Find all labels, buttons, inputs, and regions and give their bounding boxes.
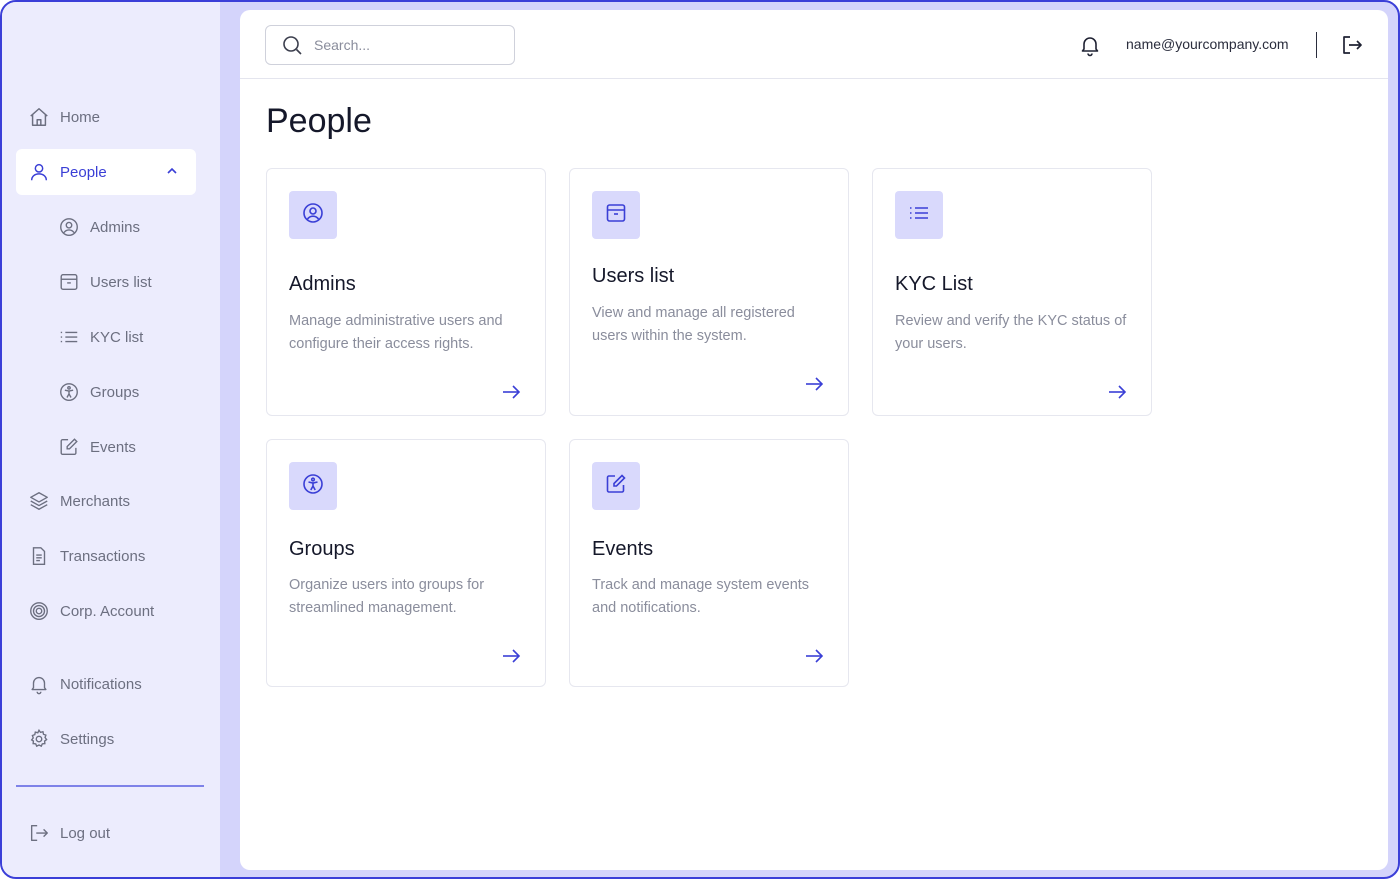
card-description: Review and verify the KYC status of your… bbox=[895, 313, 1127, 352]
arrow-right-icon[interactable] bbox=[802, 372, 826, 396]
sidebar-item-label: Notifications bbox=[60, 675, 142, 693]
sidebar-item-users-list[interactable]: Users list bbox=[46, 259, 196, 305]
card-description: Manage administrative users and configur… bbox=[289, 313, 503, 352]
arrow-right-icon[interactable] bbox=[802, 644, 826, 668]
document-icon bbox=[28, 545, 50, 567]
search-icon bbox=[280, 33, 304, 57]
arrow-right-icon[interactable] bbox=[499, 644, 523, 668]
sidebar-item-label: Admins bbox=[90, 218, 141, 236]
sidebar-item-transactions[interactable]: Transactions bbox=[16, 533, 196, 579]
sidebar-item-settings[interactable]: Settings bbox=[16, 716, 196, 762]
sidebar-item-label: KYC list bbox=[90, 328, 144, 346]
user-email[interactable]: name@yourcompany.com bbox=[1126, 36, 1289, 52]
card-title: KYC List bbox=[895, 273, 973, 295]
card-icon-badge bbox=[592, 191, 640, 239]
header-divider bbox=[1316, 32, 1317, 58]
layers-icon bbox=[28, 490, 50, 512]
sidebar-item-home[interactable]: Home bbox=[16, 94, 196, 140]
card-title: Users list bbox=[592, 265, 675, 287]
card-description: Organize users into groups for streamlin… bbox=[289, 577, 485, 616]
main-panel: name@yourcompany.com People Admins Manag… bbox=[240, 10, 1388, 870]
accessibility-icon bbox=[58, 381, 80, 403]
sidebar-item-corp-account[interactable]: Corp. Account bbox=[16, 588, 196, 634]
sidebar-item-label: Users list bbox=[90, 273, 152, 291]
home-icon bbox=[28, 106, 50, 128]
list-icon bbox=[58, 326, 80, 348]
sidebar-item-label: Groups bbox=[90, 383, 140, 401]
arrow-right-icon[interactable] bbox=[1105, 380, 1129, 404]
accessibility-icon bbox=[301, 472, 325, 501]
card-icon-badge bbox=[289, 191, 337, 239]
sidebar-item-admins[interactable]: Admins bbox=[46, 204, 196, 250]
sidebar-item-notifications[interactable]: Notifications bbox=[16, 661, 196, 707]
sidebar-item-label: Transactions bbox=[60, 547, 146, 565]
sidebar-logout-button[interactable]: Log out bbox=[16, 810, 196, 856]
sidebar-item-events[interactable]: Events bbox=[46, 424, 196, 470]
sidebar-item-groups[interactable]: Groups bbox=[46, 369, 196, 415]
list-icon bbox=[907, 201, 931, 230]
sidebar-item-people[interactable]: People bbox=[16, 149, 196, 195]
sidebar: Home People Admins Users list KYC list G… bbox=[2, 2, 220, 877]
notifications-bell-icon[interactable] bbox=[1078, 33, 1102, 57]
page-title: People bbox=[266, 102, 372, 140]
sidebar-item-kyc-list[interactable]: KYC list bbox=[46, 314, 196, 360]
sidebar-item-label: Merchants bbox=[60, 492, 131, 510]
archive-box-icon bbox=[604, 201, 628, 230]
search-box[interactable] bbox=[265, 25, 515, 65]
logout-icon bbox=[28, 822, 50, 844]
logout-icon[interactable] bbox=[1340, 33, 1364, 57]
sidebar-item-label: People bbox=[60, 163, 107, 181]
user-circle-icon bbox=[301, 201, 325, 230]
sidebar-item-label: Corp. Account bbox=[60, 602, 155, 620]
archive-box-icon bbox=[58, 271, 80, 293]
logout-label: Log out bbox=[60, 824, 111, 842]
search-input[interactable] bbox=[314, 37, 504, 53]
sidebar-divider bbox=[16, 785, 204, 787]
card-title: Events bbox=[592, 538, 654, 560]
arrow-right-icon[interactable] bbox=[499, 380, 523, 404]
chevron-up-icon[interactable] bbox=[164, 163, 180, 179]
card-groups[interactable]: Groups Organize users into groups for st… bbox=[266, 439, 546, 687]
edit-square-icon bbox=[58, 436, 80, 458]
card-description: Track and manage system events and notif… bbox=[592, 577, 810, 616]
user-icon bbox=[28, 161, 50, 183]
card-icon-badge bbox=[895, 191, 943, 239]
card-title: Groups bbox=[289, 538, 355, 560]
edit-square-icon bbox=[604, 472, 628, 501]
gear-icon bbox=[28, 728, 50, 750]
app-window: Home People Admins Users list KYC list G… bbox=[0, 0, 1400, 879]
sidebar-item-label: Settings bbox=[60, 730, 115, 748]
bell-icon bbox=[28, 673, 50, 695]
top-bar: name@yourcompany.com bbox=[240, 10, 1388, 79]
sidebar-item-merchants[interactable]: Merchants bbox=[16, 478, 196, 524]
card-description: View and manage all registered users wit… bbox=[592, 305, 795, 344]
card-kyc-list[interactable]: KYC List Review and verify the KYC statu… bbox=[872, 168, 1152, 416]
sidebar-item-label: Home bbox=[60, 108, 101, 126]
card-title: Admins bbox=[289, 273, 356, 295]
card-icon-badge bbox=[592, 462, 640, 510]
target-icon bbox=[28, 600, 50, 622]
sidebar-item-label: Events bbox=[90, 438, 136, 456]
user-circle-icon bbox=[58, 216, 80, 238]
card-events[interactable]: Events Track and manage system events an… bbox=[569, 439, 849, 687]
card-admins[interactable]: Admins Manage administrative users and c… bbox=[266, 168, 546, 416]
card-users-list[interactable]: Users list View and manage all registere… bbox=[569, 168, 849, 416]
card-icon-badge bbox=[289, 462, 337, 510]
